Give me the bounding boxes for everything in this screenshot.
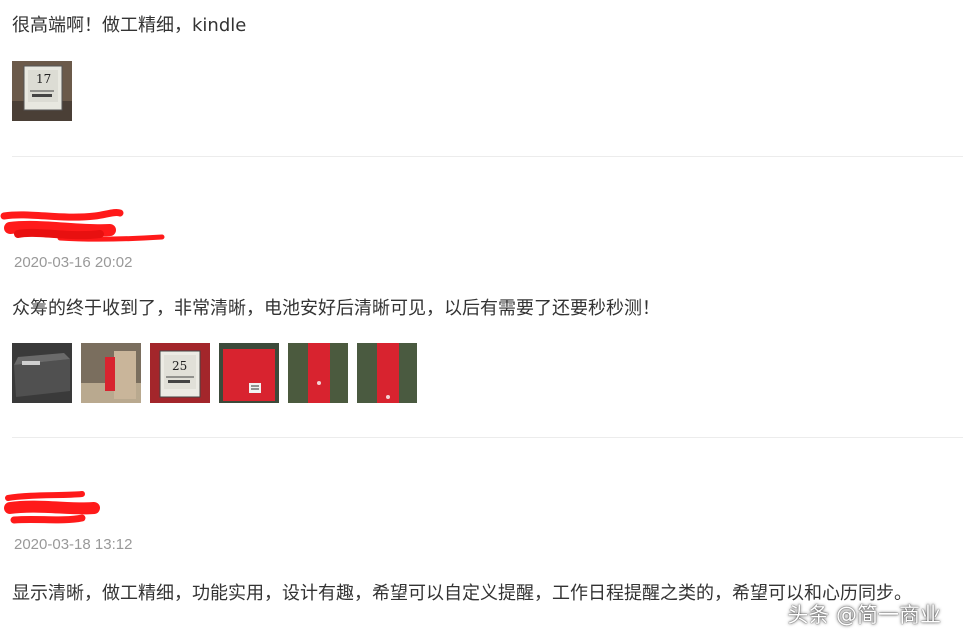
- review-photo[interactable]: [81, 343, 141, 403]
- watermark: 头条 @简一商业: [787, 603, 941, 627]
- review-text: 众筹的终于收到了，非常清晰，电池安好后清晰可见，以后有需要了还要秒秒测！: [12, 298, 660, 319]
- divider: [12, 437, 963, 438]
- review-1-photos: 17: [12, 61, 72, 121]
- review-text: 很高端啊！做工精细，kindle: [12, 15, 247, 36]
- review-date: 2020-03-16 20:02: [14, 254, 133, 271]
- review-photo[interactable]: [357, 343, 417, 403]
- redacted-username: [0, 208, 165, 242]
- review-1: 很高端啊！做工精细，kindle: [12, 13, 963, 39]
- review-photo[interactable]: [219, 343, 279, 403]
- review-date: 2020-03-18 13:12: [14, 536, 133, 553]
- divider: [12, 156, 963, 157]
- review-photo[interactable]: 17: [12, 61, 72, 121]
- review-photo[interactable]: [12, 343, 72, 403]
- review-photo[interactable]: [288, 343, 348, 403]
- clock-number: 17: [36, 72, 52, 86]
- clock-number: 25: [172, 359, 188, 373]
- review-2: 众筹的终于收到了，非常清晰，电池安好后清晰可见，以后有需要了还要秒秒测！: [12, 296, 963, 322]
- redacted-username: [4, 491, 100, 524]
- review-photo[interactable]: 25: [150, 343, 210, 403]
- review-2-photos: 25: [12, 343, 417, 403]
